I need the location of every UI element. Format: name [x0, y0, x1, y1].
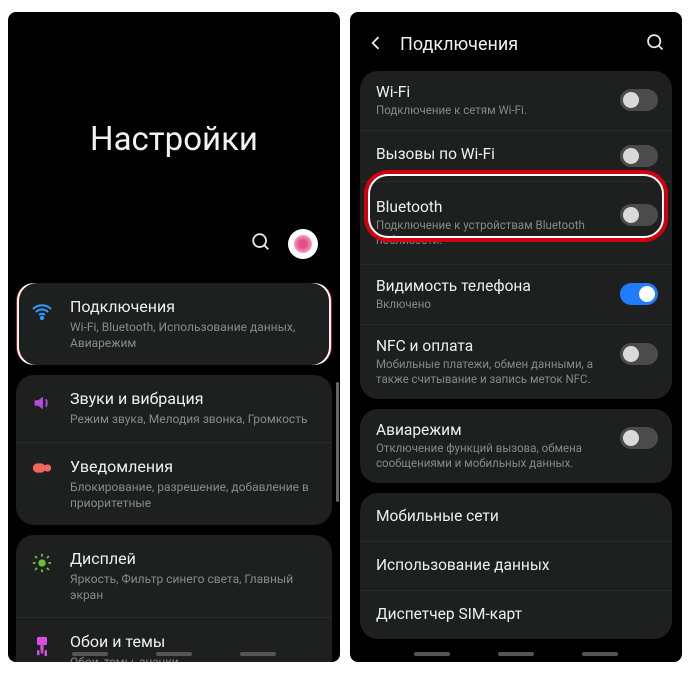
- row-title: Bluetooth: [376, 198, 608, 216]
- notification-icon: [28, 457, 56, 476]
- nav-recents[interactable]: [414, 652, 450, 656]
- settings-screen: Настройки Подключения Wi-Fi, Bluetooth,: [8, 12, 340, 662]
- nav-back[interactable]: [582, 652, 618, 656]
- row-title: Авиарежим: [376, 421, 608, 439]
- row-title: Звуки и вибрация: [70, 389, 316, 408]
- connections-row-bluetooth[interactable]: Bluetooth Подключение к устройствам Blue…: [360, 181, 672, 264]
- search-icon[interactable]: [250, 231, 272, 257]
- row-sub: Отключение функций вызова, обмена сообще…: [376, 441, 608, 471]
- speaker-icon: [28, 389, 56, 414]
- brightness-icon: [28, 549, 56, 574]
- settings-row-notifications[interactable]: Уведомления Блокирование, разрешение, до…: [16, 442, 332, 525]
- row-title: Дисплей: [70, 549, 316, 568]
- connections-row-mobile-networks[interactable]: Мобильные сети: [360, 493, 672, 541]
- scrollbar[interactable]: [336, 382, 339, 502]
- search-icon[interactable]: [645, 32, 666, 57]
- row-sub: Блокирование, разрешение, добавление в п…: [70, 479, 316, 511]
- toggle-wificalling[interactable]: [620, 145, 658, 167]
- nav-home[interactable]: [498, 652, 534, 656]
- row-title: Wi-Fi: [376, 83, 608, 101]
- row-title: Подключения: [70, 297, 316, 316]
- connections-row-nfc[interactable]: NFC и оплата Мобильные платежи, обмен да…: [360, 324, 672, 399]
- connections-screen: Подключения Wi-Fi Подключение к сетям Wi…: [350, 12, 682, 662]
- row-sub: Включено: [376, 297, 608, 312]
- back-icon[interactable]: [366, 33, 386, 57]
- nav-bar: [350, 652, 682, 656]
- connections-row-data-usage[interactable]: Использование данных: [360, 541, 672, 590]
- row-sub: Мобильные платежи, обмен данными, а такж…: [376, 357, 608, 387]
- page-title: Подключения: [400, 34, 631, 55]
- row-title: Вызовы по Wi-Fi: [376, 145, 608, 163]
- nav-recents[interactable]: [72, 652, 108, 656]
- row-sub: Яркость, Фильтр синего света, Главный эк…: [70, 571, 316, 603]
- settings-row-sounds[interactable]: Звуки и вибрация Режим звука, Мелодия зв…: [16, 375, 332, 441]
- connections-row-sim-manager[interactable]: Диспетчер SIM-карт: [360, 590, 672, 639]
- page-title: Настройки: [8, 120, 340, 159]
- settings-row-connections[interactable]: Подключения Wi-Fi, Bluetooth, Использова…: [16, 283, 332, 365]
- nav-bar: [8, 652, 340, 656]
- row-sub: Подключение к сетям Wi-Fi.: [376, 103, 608, 118]
- nav-home[interactable]: [156, 652, 192, 656]
- settings-row-display[interactable]: Дисплей Яркость, Фильтр синего света, Гл…: [16, 535, 332, 617]
- row-sub: Wi-Fi, Bluetooth, Использование данных, …: [70, 319, 316, 351]
- row-title: NFC и оплата: [376, 337, 608, 355]
- nav-back[interactable]: [240, 652, 276, 656]
- row-title: Видимость телефона: [376, 277, 608, 295]
- toggle-bluetooth[interactable]: [620, 204, 658, 226]
- wifi-icon: [28, 297, 56, 324]
- toggle-airplane[interactable]: [620, 427, 658, 449]
- row-sub: Подключение к устройствам Bluetooth побл…: [376, 218, 608, 248]
- toggle-nfc[interactable]: [620, 343, 658, 365]
- toggle-visibility[interactable]: [620, 283, 658, 305]
- row-title: Использование данных: [376, 556, 658, 574]
- connections-row-wifi[interactable]: Wi-Fi Подключение к сетям Wi-Fi.: [360, 71, 672, 130]
- connections-row-airplane[interactable]: Авиарежим Отключение функций вызова, обм…: [360, 409, 672, 483]
- row-title: Уведомления: [70, 457, 316, 476]
- row-title: Диспетчер SIM-карт: [376, 605, 658, 623]
- row-title: Мобильные сети: [376, 507, 658, 525]
- connections-row-wificalling[interactable]: Вызовы по Wi-Fi: [360, 130, 672, 181]
- row-sub: Режим звука, Мелодия звонка, Громкость: [70, 411, 316, 427]
- toggle-wifi[interactable]: [620, 89, 658, 111]
- connections-row-visibility[interactable]: Видимость телефона Включено: [360, 264, 672, 324]
- row-title: Обои и темы: [70, 632, 316, 651]
- avatar[interactable]: [288, 229, 318, 259]
